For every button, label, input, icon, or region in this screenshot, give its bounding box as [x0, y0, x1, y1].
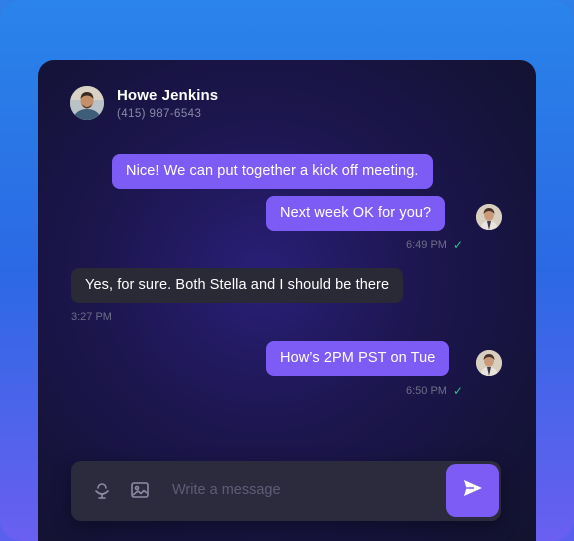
- message-bubble-outgoing[interactable]: How’s 2PM PST on Tue: [266, 341, 450, 376]
- image-icon[interactable]: [129, 479, 151, 501]
- message-composer: Write a message: [71, 461, 501, 521]
- background-frame: Howe Jenkins (415) 987-6543 Nice! We can…: [0, 0, 574, 541]
- contact-phone: (415) 987-6543: [117, 107, 202, 120]
- message-input[interactable]: Write a message: [172, 482, 281, 498]
- message-time: 6:49 PM: [406, 239, 447, 251]
- message-time: 3:27 PM: [71, 311, 112, 323]
- contact-name: Howe Jenkins: [117, 86, 219, 104]
- message-meta: 6:50 PM ✓: [406, 384, 463, 398]
- user-avatar: [476, 350, 502, 376]
- message-bubble-incoming[interactable]: Yes, for sure. Both Stella and I should …: [71, 268, 404, 303]
- message-meta: 3:27 PM: [71, 311, 112, 323]
- check-icon: ✓: [452, 384, 464, 398]
- user-avatar: [476, 204, 502, 230]
- send-icon: [463, 479, 483, 502]
- check-icon: ✓: [452, 238, 464, 252]
- message-bubble-outgoing[interactable]: Nice! We can put together a kick off mee…: [112, 154, 433, 189]
- chat-panel: Howe Jenkins (415) 987-6543 Nice! We can…: [38, 60, 536, 541]
- microphone-icon[interactable]: [91, 479, 113, 501]
- message-bubble-outgoing[interactable]: Next week OK for you?: [266, 196, 446, 231]
- message-meta: 6:49 PM ✓: [406, 238, 463, 252]
- chat-header: Howe Jenkins (415) 987-6543: [70, 86, 218, 120]
- contact-avatar[interactable]: [70, 86, 104, 120]
- message-time: 6:50 PM: [406, 385, 447, 397]
- send-button[interactable]: [446, 464, 499, 517]
